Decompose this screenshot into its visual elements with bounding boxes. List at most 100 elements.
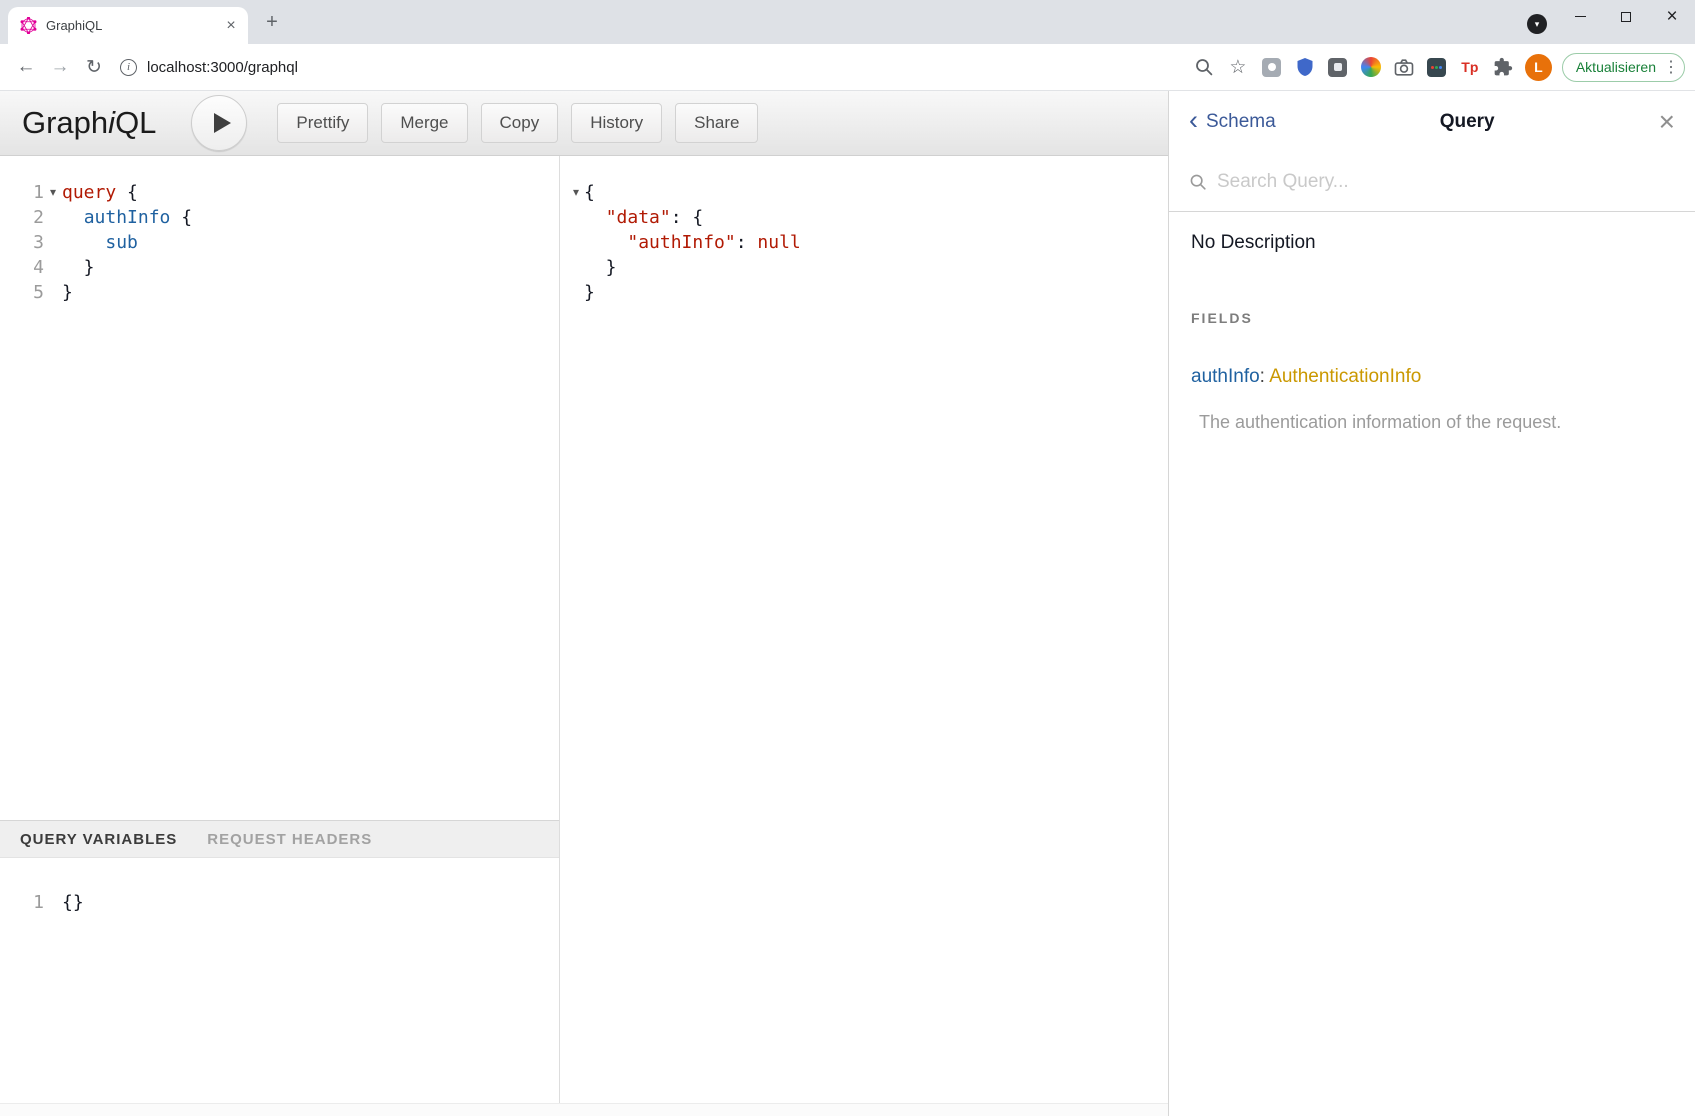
new-tab-button[interactable]: + (258, 8, 286, 36)
fold-arrow-icon[interactable]: ▾ (568, 180, 584, 205)
doc-back-label: Schema (1206, 111, 1276, 133)
token-whitespace (62, 232, 105, 253)
code-line: } (560, 280, 1168, 305)
maximize-button[interactable] (1603, 0, 1649, 33)
camera-extension-icon[interactable] (1392, 55, 1416, 79)
graphiql-logo: GraphiQL (22, 105, 156, 141)
multicolor-circle-extension-icon[interactable] (1359, 55, 1383, 79)
browser-tab[interactable]: GraphiQL × (8, 7, 248, 44)
dark-square-extension-icon[interactable] (1326, 55, 1350, 79)
play-icon (214, 113, 231, 133)
copy-button[interactable]: Copy (481, 103, 559, 143)
token-punctuation: } (62, 257, 95, 278)
doc-explorer: ‹Schema Query × No Description FIELDS au… (1168, 91, 1695, 1116)
token-punctuation: } (62, 282, 73, 303)
token-punctuation: {} (62, 892, 84, 913)
browser-update-button[interactable]: Aktualisieren ⋮ (1562, 53, 1685, 82)
tab-search-icon[interactable]: ▾ (1527, 14, 1547, 34)
token-json-key: "data" (606, 207, 671, 228)
code-line: 5 } (0, 280, 559, 305)
variables-editor[interactable]: 1 {} (0, 858, 559, 1103)
graphql-logo-icon (20, 17, 37, 34)
share-button[interactable]: Share (675, 103, 758, 143)
graphiql-main: GraphiQL Prettify Merge Copy History Sha… (0, 91, 1168, 1116)
token-whitespace (584, 207, 606, 228)
token-punctuation: : { (671, 207, 704, 228)
minimize-button[interactable] (1557, 0, 1603, 33)
horizontal-scrollbar[interactable] (0, 1103, 1168, 1116)
token-punctuation: { (116, 182, 138, 203)
url-text[interactable]: localhost:3000/graphql (147, 59, 298, 76)
navy-square-extension-icon[interactable] (1425, 55, 1449, 79)
tab-close-icon[interactable]: × (222, 17, 240, 35)
code-line: 1 {} (0, 890, 559, 915)
chevron-left-icon: ‹ (1189, 107, 1198, 134)
code-line: "authInfo": null (560, 230, 1168, 255)
field-separator: : (1260, 366, 1270, 387)
extensions-puzzle-icon[interactable] (1491, 55, 1515, 79)
address-bar-right-cluster: ☆ Tp L Aktualisieren ⋮ (1183, 53, 1685, 82)
line-number: 3 (0, 230, 44, 255)
token-field: authInfo (84, 207, 171, 228)
profile-avatar[interactable]: L (1525, 54, 1552, 81)
history-button[interactable]: History (571, 103, 662, 143)
token-punctuation: { (170, 207, 192, 228)
blue-shield-extension-icon[interactable] (1293, 55, 1317, 79)
field-type-link[interactable]: AuthenticationInfo (1269, 366, 1421, 387)
line-number: 5 (0, 280, 44, 305)
bookmark-star-icon[interactable]: ☆ (1225, 54, 1251, 80)
reload-button[interactable]: ↻ (80, 53, 108, 81)
doc-explorer-header: ‹Schema Query × (1169, 91, 1695, 153)
code-line: 3 sub (0, 230, 559, 255)
editors-row: 1 ▾ query { 2 authInfo { 3 sub (0, 156, 1168, 1103)
back-button[interactable]: ← (12, 53, 40, 81)
code-line: } (560, 255, 1168, 280)
token-keyword: query (62, 182, 116, 203)
field-row: authInfo: AuthenticationInfo (1191, 366, 1673, 388)
field-name-link[interactable]: authInfo (1191, 366, 1260, 387)
line-number: 1 (0, 180, 44, 205)
line-number: 1 (0, 890, 44, 915)
graphiql-topbar: GraphiQL Prettify Merge Copy History Sha… (0, 91, 1168, 156)
query-editor[interactable]: 1 ▾ query { 2 authInfo { 3 sub (0, 156, 559, 820)
token-json-key: "authInfo" (627, 232, 735, 253)
doc-close-icon[interactable]: × (1659, 108, 1675, 136)
prettify-button[interactable]: Prettify (277, 103, 368, 143)
maximize-icon (1621, 12, 1631, 22)
token-punctuation: } (584, 282, 595, 303)
tab-query-variables[interactable]: QUERY VARIABLES (20, 831, 177, 848)
browser-tab-strip: GraphiQL × + ▾ × (0, 0, 1695, 44)
no-description-text: No Description (1191, 232, 1673, 254)
field-description: The authentication information of the re… (1199, 412, 1673, 433)
token-field: sub (105, 232, 138, 253)
update-button-label: Aktualisieren (1576, 59, 1656, 75)
variables-panel-header: QUERY VARIABLES REQUEST HEADERS (0, 820, 559, 858)
code-line: 1 ▾ query { (0, 180, 559, 205)
line-number: 4 (0, 255, 44, 280)
doc-back-button[interactable]: ‹Schema (1189, 111, 1276, 134)
browser-address-bar: ← → ↻ i localhost:3000/graphql ☆ Tp (0, 44, 1695, 91)
window-controls: × (1557, 0, 1695, 33)
doc-explorer-title: Query (1276, 111, 1659, 133)
zoom-icon[interactable] (1191, 54, 1217, 80)
search-icon (1189, 173, 1207, 191)
gray-badge-extension-icon[interactable] (1260, 55, 1284, 79)
kebab-menu-icon[interactable]: ⋮ (1663, 57, 1677, 77)
site-info-icon[interactable]: i (120, 59, 137, 76)
doc-search-input[interactable] (1217, 171, 1675, 193)
execute-query-button[interactable] (191, 95, 247, 151)
result-viewer: ▾ { "data": { "authInfo": null } (560, 156, 1168, 1103)
merge-button[interactable]: Merge (381, 103, 467, 143)
tp-extension-icon[interactable]: Tp (1458, 55, 1482, 79)
fold-arrow-icon[interactable]: ▾ (44, 180, 62, 205)
fields-heading: FIELDS (1191, 310, 1673, 326)
tab-request-headers[interactable]: REQUEST HEADERS (207, 831, 372, 848)
code-line: 2 authInfo { (0, 205, 559, 230)
token-whitespace (584, 232, 627, 253)
window-close-icon: × (1666, 7, 1677, 26)
tab-title: GraphiQL (46, 18, 222, 33)
window-close-button[interactable]: × (1649, 0, 1695, 33)
query-editor-pane: 1 ▾ query { 2 authInfo { 3 sub (0, 156, 560, 1103)
forward-button[interactable]: → (46, 53, 74, 81)
code-line: 4 } (0, 255, 559, 280)
